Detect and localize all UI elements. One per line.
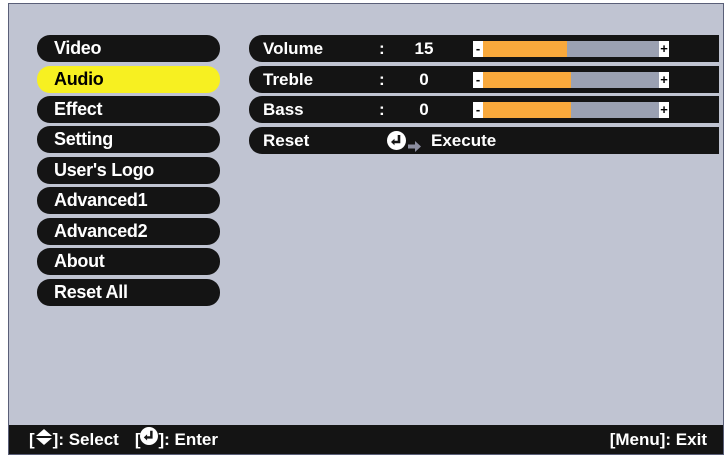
treble-value: 0 xyxy=(419,70,429,89)
execute-button[interactable]: Execute xyxy=(431,127,496,154)
arrow-right-icon xyxy=(408,134,422,161)
reset-row[interactable]: Reset Execute xyxy=(249,127,719,154)
bass-slider-fill xyxy=(473,102,571,118)
enter-hint: ]: Enter xyxy=(158,430,218,449)
minus-icon: - xyxy=(473,72,483,88)
treble-label: Treble xyxy=(263,70,314,89)
bass-colon: : xyxy=(379,100,385,119)
treble-slider[interactable]: - + xyxy=(473,72,669,88)
enter-icon xyxy=(387,131,406,150)
bass-value: 0 xyxy=(419,100,429,119)
up-down-arrow-icon xyxy=(35,425,53,454)
volume-label: Volume xyxy=(263,39,324,58)
menu-item-audio[interactable]: Audio xyxy=(37,66,220,93)
bass-row[interactable]: Bass : 0 - + xyxy=(249,96,719,123)
reset-label: Reset xyxy=(263,131,310,150)
menu-item-setting[interactable]: Setting xyxy=(37,126,220,153)
treble-slider-fill xyxy=(473,72,571,88)
volume-value: 15 xyxy=(414,39,434,58)
exit-hint: [Menu]: Exit xyxy=(609,430,707,449)
select-hint: ]: Select xyxy=(52,430,119,449)
plus-icon: + xyxy=(659,72,669,88)
footer-help-bar: [ ]: Select [ ]: Enter [Menu]: Exit xyxy=(9,425,723,454)
projector-menu-screen: Video Audio Effect Setting User's Logo A… xyxy=(8,3,724,455)
volume-row[interactable]: Volume : 15 - + xyxy=(249,35,719,62)
volume-slider-fill xyxy=(473,41,568,57)
volume-colon: : xyxy=(379,39,385,58)
menu-item-video[interactable]: Video xyxy=(37,35,220,62)
minus-icon: - xyxy=(473,41,483,57)
menu-item-reset-all[interactable]: Reset All xyxy=(37,279,220,306)
enter-icon xyxy=(140,425,159,454)
plus-icon: + xyxy=(659,102,669,118)
menu-item-advanced1[interactable]: Advanced1 xyxy=(37,187,220,214)
bass-slider[interactable]: - + xyxy=(473,102,669,118)
menu-item-about[interactable]: About xyxy=(37,248,220,275)
menu-item-advanced2[interactable]: Advanced2 xyxy=(37,218,220,245)
plus-icon: + xyxy=(659,41,669,57)
minus-icon: - xyxy=(473,102,483,118)
treble-row[interactable]: Treble : 0 - + xyxy=(249,66,719,93)
menu-item-users-logo[interactable]: User's Logo xyxy=(37,157,220,184)
bass-label: Bass xyxy=(263,100,304,119)
volume-slider[interactable]: - + xyxy=(473,41,669,57)
menu-item-effect[interactable]: Effect xyxy=(37,96,220,123)
treble-colon: : xyxy=(379,70,385,89)
